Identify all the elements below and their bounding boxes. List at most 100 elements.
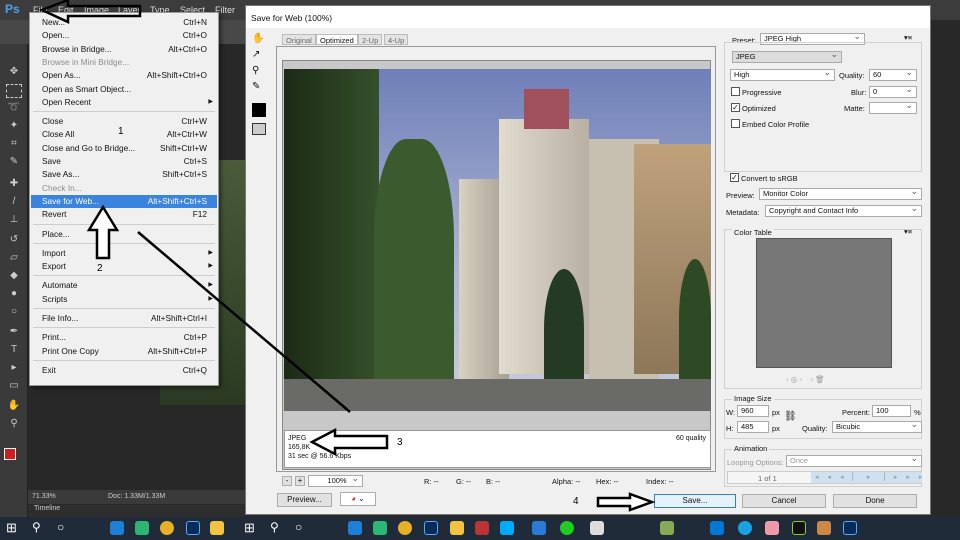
embed-color-profile-checkbox[interactable]: [731, 119, 740, 128]
lasso-tool-icon[interactable]: ➰: [6, 102, 22, 116]
done-button[interactable]: Done: [833, 494, 917, 508]
brush-tool-icon[interactable]: /: [6, 196, 22, 210]
file-menu-item[interactable]: File Info... Alt+Shift+Ctrl+I: [31, 312, 217, 325]
app-icon[interactable]: [475, 521, 489, 535]
file-menu-item[interactable]: Open as Smart Object...: [31, 83, 217, 96]
zoom-in-button[interactable]: +: [295, 476, 305, 486]
app-icon[interactable]: [500, 521, 514, 535]
path-select-icon[interactable]: ▸: [6, 362, 22, 376]
info-download-time[interactable]: 31 sec @ 56.6 Kbps: [288, 452, 707, 461]
windows-start-icon[interactable]: ⊞: [6, 520, 17, 536]
file-menu-item[interactable]: Automate ▶: [31, 279, 217, 292]
eraser-icon[interactable]: ▱: [6, 252, 22, 266]
file-menu-item[interactable]: Save As... Shift+Ctrl+S: [31, 168, 217, 181]
file-menu-item[interactable]: Open Recent ▶: [31, 96, 217, 109]
search-icon-2[interactable]: ⚲: [270, 520, 279, 534]
edge-new-icon-2[interactable]: [373, 521, 387, 535]
timeline-tab[interactable]: Timeline: [28, 505, 245, 517]
blur-field[interactable]: 0: [869, 84, 917, 98]
compression-select[interactable]: High: [730, 67, 835, 81]
pen-tool-icon[interactable]: ✒: [6, 326, 22, 340]
file-explorer-icon-2[interactable]: [450, 521, 464, 535]
zoom-tool-icon[interactable]: ⚲: [252, 65, 259, 76]
constrain-link-icon[interactable]: ⛓: [784, 411, 797, 422]
whatsapp-icon[interactable]: [560, 521, 574, 535]
zoom-out-button[interactable]: -: [282, 476, 292, 486]
file-menu-item[interactable]: Exit Ctrl+Q: [31, 364, 217, 377]
task-view-icon[interactable]: ○: [57, 520, 64, 534]
file-menu-item[interactable]: Browse in Bridge... Alt+Ctrl+O: [31, 43, 217, 56]
file-explorer-icon[interactable]: [210, 521, 224, 535]
magic-wand-icon[interactable]: ✦: [6, 120, 22, 134]
edge-icon-2[interactable]: [348, 521, 362, 535]
hand-tool-icon[interactable]: ✋: [252, 33, 264, 44]
percent-field[interactable]: 100: [872, 405, 911, 417]
shape-tool-icon[interactable]: ▭: [6, 380, 22, 394]
search-icon[interactable]: ⚲: [32, 520, 41, 534]
format-select[interactable]: JPEG: [732, 49, 842, 63]
healing-brush-icon[interactable]: ✚: [6, 178, 22, 192]
photoshop-icon-2[interactable]: [424, 521, 438, 535]
browser-select[interactable]: ◕ ⌄: [340, 492, 376, 506]
preview-color-select[interactable]: Monitor Color: [759, 186, 922, 200]
cancel-button[interactable]: Cancel: [742, 494, 826, 508]
file-menu-item[interactable]: Close All Alt+Ctrl+W: [31, 128, 217, 141]
resample-quality-select[interactable]: Bicubic: [832, 419, 922, 433]
file-menu-item[interactable]: Print One Copy Alt+Shift+Ctrl+P: [31, 345, 217, 358]
convert-srgb-checkbox[interactable]: ✓: [730, 173, 739, 182]
windows-start-icon-2[interactable]: ⊞: [244, 520, 255, 536]
file-menu-item[interactable]: Revert F12: [31, 208, 217, 221]
hand-tool-icon[interactable]: ✋: [6, 400, 22, 414]
file-menu-item[interactable]: New... Ctrl+N: [31, 16, 217, 29]
tab-optimized[interactable]: Optimized: [316, 34, 358, 45]
move-tool-icon[interactable]: ✥: [6, 66, 22, 80]
matte-select[interactable]: [869, 100, 917, 114]
file-menu-item[interactable]: Scripts ▶: [31, 293, 217, 306]
stamp-tool-icon[interactable]: ⊥: [6, 214, 22, 228]
tab-2up[interactable]: 2-Up: [358, 34, 383, 45]
photoshop-taskbar-icon[interactable]: [186, 521, 200, 535]
optimized-image-preview[interactable]: [284, 69, 711, 411]
edge-icon[interactable]: [110, 521, 124, 535]
preview-button[interactable]: Preview...: [277, 493, 332, 507]
file-menu-item[interactable]: Export ▶: [31, 260, 217, 273]
marquee-tool-icon[interactable]: [6, 84, 22, 98]
crop-tool-icon[interactable]: ⌗: [6, 138, 22, 152]
app-icon[interactable]: [765, 521, 779, 535]
app-icon[interactable]: [710, 521, 724, 535]
optimized-checkbox[interactable]: ✓: [731, 103, 740, 112]
eyedropper-icon[interactable]: ✎: [252, 81, 260, 92]
eyedropper-icon[interactable]: ✎: [6, 156, 22, 170]
edge-new-icon[interactable]: [135, 521, 149, 535]
zoom-level-select[interactable]: 100%: [308, 473, 363, 487]
zoom-tool-icon[interactable]: ⚲: [6, 418, 22, 432]
foreground-color-swatch[interactable]: [4, 448, 16, 460]
chrome-icon-2[interactable]: [398, 521, 412, 535]
tab-original[interactable]: Original: [282, 34, 316, 45]
file-menu-item[interactable]: Close Ctrl+W: [31, 115, 217, 128]
file-menu-item[interactable]: Import ▶: [31, 247, 217, 260]
eyedropper-color-swatch[interactable]: [252, 103, 266, 117]
panel-menu-icon[interactable]: ▾≡: [904, 33, 912, 42]
app-icon[interactable]: [792, 521, 806, 535]
file-menu-item[interactable]: Print... Ctrl+P: [31, 331, 217, 344]
blur-tool-icon[interactable]: ●: [6, 288, 22, 302]
type-tool-icon[interactable]: T: [6, 344, 22, 358]
file-menu-item[interactable]: Place...: [31, 228, 217, 241]
file-menu-item[interactable]: Close and Go to Bridge... Shift+Ctrl+W: [31, 142, 217, 155]
app-icon[interactable]: [817, 521, 831, 535]
file-menu-item[interactable]: Open... Ctrl+O: [31, 29, 217, 42]
color-table-menu-icon[interactable]: ▾≡: [904, 227, 912, 236]
slice-select-icon[interactable]: ↗: [252, 49, 260, 60]
app-icon[interactable]: [590, 521, 604, 535]
toggle-slices-icon[interactable]: [252, 123, 266, 135]
file-menu-item[interactable]: Open As... Alt+Shift+Ctrl+O: [31, 69, 217, 82]
color-table-actions-icon[interactable]: ▫ ◎ ▫ ▫ 🗑: [786, 375, 825, 384]
history-brush-icon[interactable]: ↺: [6, 234, 22, 248]
tab-4up[interactable]: 4-Up: [384, 34, 409, 45]
vscode-icon[interactable]: [532, 521, 546, 535]
photoshop-icon-3[interactable]: [843, 521, 857, 535]
paint-bucket-icon[interactable]: ◆: [6, 270, 22, 284]
height-field[interactable]: 485: [737, 421, 769, 433]
dodge-tool-icon[interactable]: ○: [6, 306, 22, 320]
